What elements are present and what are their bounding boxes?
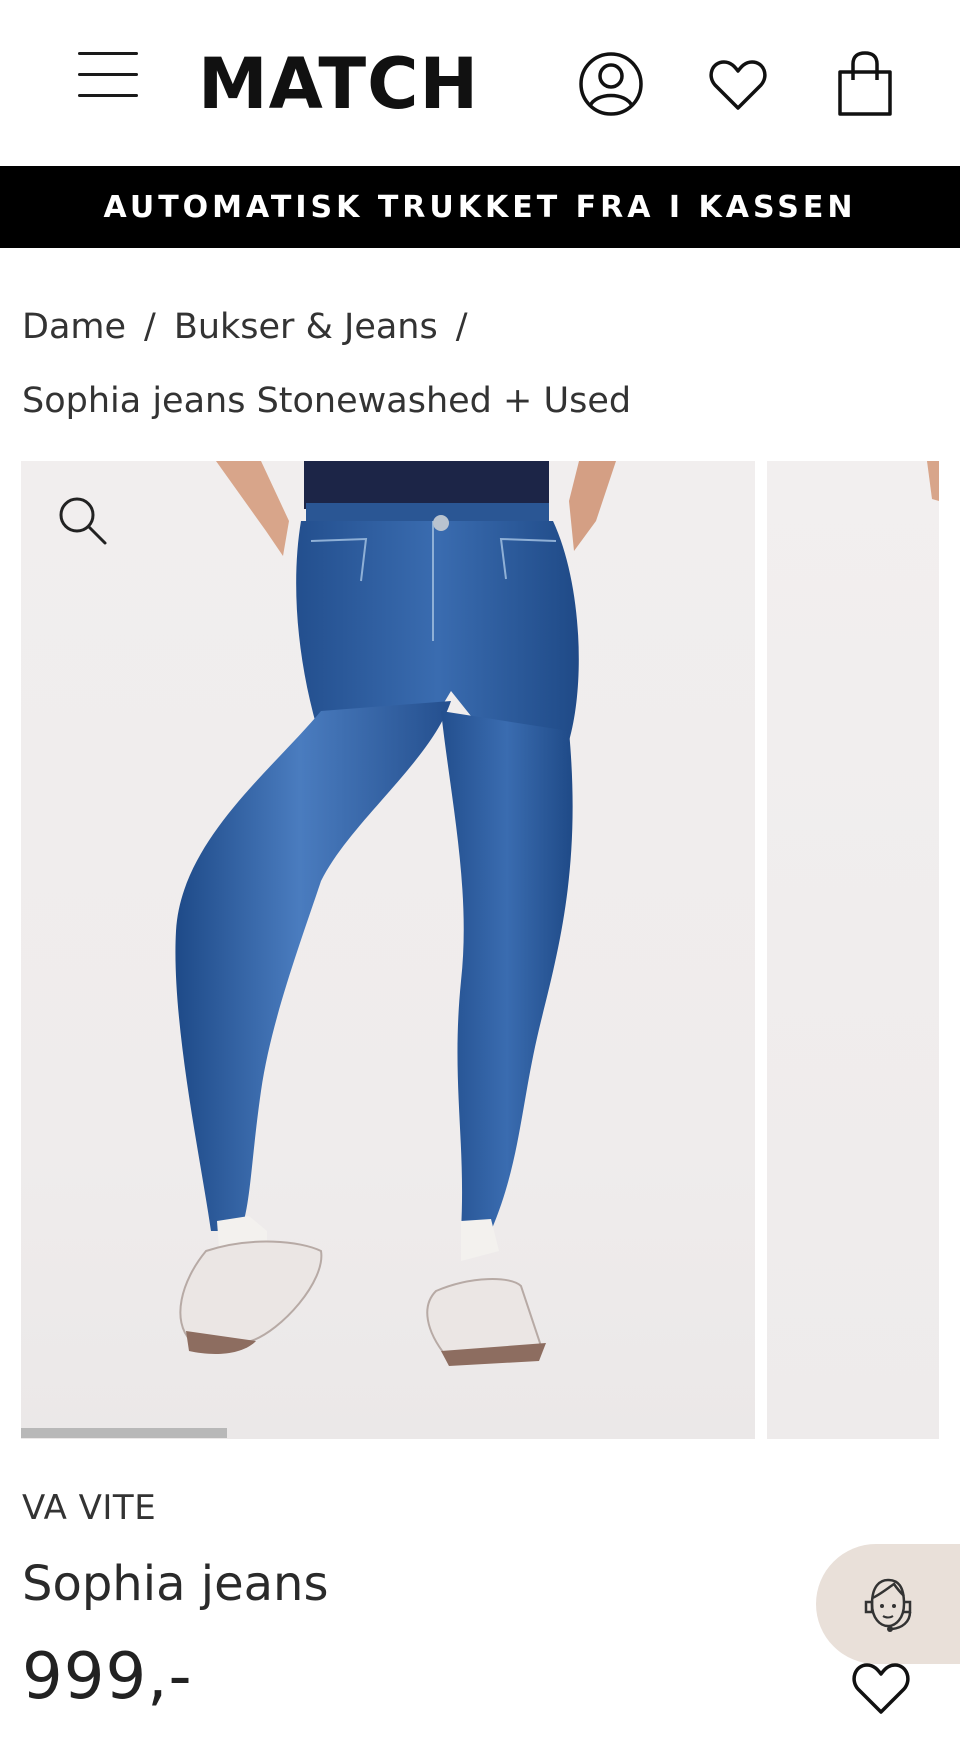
support-agent-icon — [864, 1578, 912, 1632]
breadcrumb-item-bukser-jeans[interactable]: Bukser & Jeans — [174, 307, 438, 347]
product-photo-next — [927, 461, 939, 501]
breadcrumb-separator: / — [144, 307, 156, 347]
product-image-gallery[interactable] — [21, 461, 939, 1439]
hamburger-menu-icon[interactable] — [78, 52, 138, 98]
breadcrumb-current: Sophia jeans Stonewashed + Used — [22, 381, 632, 421]
gallery-progress-fill — [21, 1428, 227, 1438]
customer-service-chat-button[interactable] — [816, 1544, 960, 1664]
product-image-main[interactable] — [21, 461, 755, 1439]
promo-banner[interactable]: AUTOMATISK TRUKKET FRA I KASSEN — [0, 166, 960, 248]
product-brand[interactable]: VA VITE — [22, 1488, 156, 1528]
product-title: Sophia jeans — [22, 1556, 329, 1612]
heart-icon[interactable] — [708, 58, 768, 112]
site-header: MATCH — [0, 0, 960, 166]
breadcrumb-separator: / — [455, 307, 468, 347]
gallery-progress-bar — [21, 1428, 755, 1438]
site-logo[interactable]: MATCH — [198, 46, 479, 122]
breadcrumb: Dame / Bukser & Jeans / Sophia jeans Stonew… — [22, 302, 942, 426]
product-photo-jeans — [175, 461, 616, 1366]
user-icon[interactable] — [578, 50, 644, 118]
product-image-next[interactable] — [767, 461, 939, 1439]
breadcrumb-item-dame[interactable]: Dame — [22, 307, 126, 347]
product-price: 999,- — [22, 1640, 193, 1714]
zoom-search-icon[interactable] — [57, 495, 109, 551]
add-to-wishlist-heart-icon[interactable] — [850, 1660, 912, 1720]
shopping-bag-icon[interactable] — [836, 50, 894, 118]
